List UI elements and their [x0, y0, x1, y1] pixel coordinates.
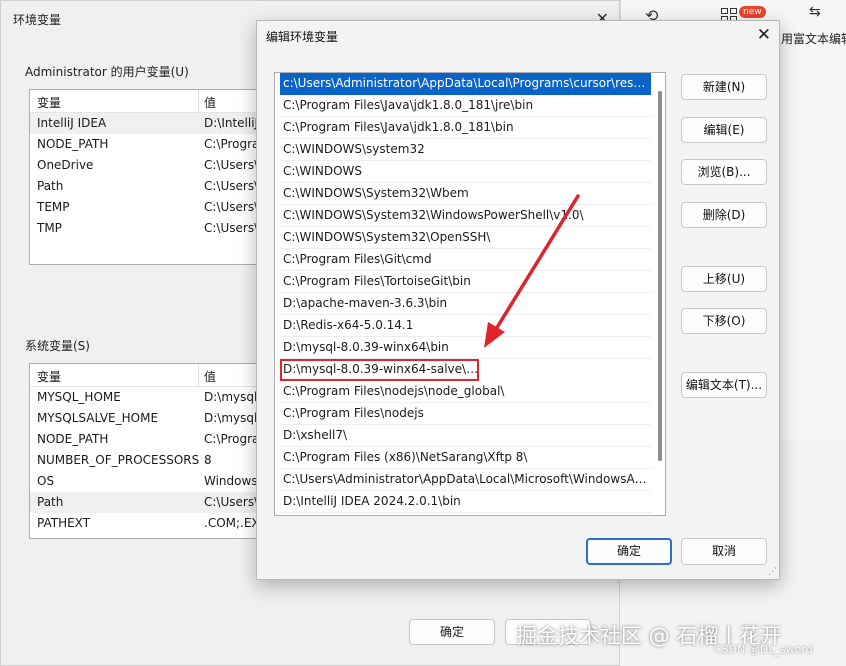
system-vars-rows: MYSQL_HOME D:\mysql MYSQLSALVE_HOME D:\mysq… [30, 387, 260, 534]
table-row[interactable]: NODE_PATH C:\Progra [30, 429, 260, 450]
path-item[interactable]: D:\xshell7\ [280, 425, 651, 447]
column-header-name[interactable]: 变量 [37, 368, 61, 385]
user-vars-table[interactable]: 变量 值 IntelliJ IDEA D:\IntelliJ NODE_PATH C:… [29, 89, 261, 265]
path-item[interactable]: D:\IntelliJ IDEA 2024.2.0.1\bin [280, 491, 651, 513]
resize-grip-icon[interactable]: ⋰ [768, 567, 777, 577]
close-icon[interactable]: ✕ [757, 25, 771, 45]
path-item[interactable]: D:\mysql-8.0.39-winx64-salve\bin [280, 359, 479, 381]
path-item[interactable]: C:\Users\Administrator\AppData\Roaming\n… [280, 513, 651, 515]
user-vars-rows: IntelliJ IDEA D:\IntelliJ NODE_PATH C:\Prog… [30, 113, 260, 239]
path-item[interactable]: C:\Program Files (x86)\NetSarang\Xftp 8\ [280, 447, 651, 469]
table-row[interactable]: MYSQLSALVE_HOME D:\mysql [30, 408, 260, 429]
new-button[interactable]: 新建(N) [681, 74, 767, 100]
column-header-value[interactable]: 值 [204, 368, 216, 385]
system-vars-table[interactable]: 变量 值 MYSQL_HOME D:\mysql MYSQLSALVE_HOME D:… [29, 363, 261, 539]
path-item[interactable]: D:\Redis-x64-5.0.14.1 [280, 315, 651, 337]
column-header-name[interactable]: 变量 [37, 94, 61, 111]
move-down-button[interactable]: 下移(O) [681, 308, 767, 334]
var-name: PATHEXT [37, 516, 91, 530]
path-item[interactable]: C:\WINDOWS\System32\OpenSSH\ [280, 227, 651, 249]
system-vars-group-label: 系统变量(S) [25, 339, 90, 353]
var-name: MYSQL_HOME [37, 390, 121, 404]
path-item[interactable]: C:\WINDOWS\System32\WindowsPowerShell\v1… [280, 205, 651, 227]
table-row[interactable]: Path C:\Users\ [30, 176, 260, 197]
path-item[interactable]: C:\WINDOWS\System32\Wbem [280, 183, 651, 205]
var-value: C:\Users\ [204, 200, 259, 214]
var-value: 8 [204, 453, 212, 467]
env-window-title: 环境变量 [13, 13, 62, 27]
table-row[interactable]: NUMBER_OF_PROCESSORS 8 [30, 450, 260, 471]
table-row[interactable]: NODE_PATH C:\Progra [30, 134, 260, 155]
browse-button[interactable]: 浏览(B)... [681, 159, 767, 185]
var-name: Path [37, 179, 64, 193]
column-header-value[interactable]: 值 [204, 94, 216, 111]
path-item[interactable]: C:\Program Files\Java\jdk1.8.0_181\bin [280, 117, 651, 139]
var-value: D:\mysql [204, 390, 258, 404]
column-divider[interactable] [198, 90, 199, 112]
cancel-button[interactable]: 取消 [681, 538, 767, 565]
path-item[interactable]: D:\mysql-8.0.39-winx64\bin [280, 337, 651, 359]
path-item[interactable]: C:\Program Files\nodejs [280, 403, 651, 425]
path-list[interactable]: c:\Users\Administrator\AppData\Local\Pro… [274, 72, 666, 516]
var-name: Path [37, 495, 64, 509]
richtext-icon[interactable]: ⇆ [809, 4, 821, 20]
path-items: c:\Users\Administrator\AppData\Local\Pro… [275, 73, 665, 515]
path-item[interactable]: C:\WINDOWS\system32 [280, 139, 651, 161]
var-name: TEMP [37, 200, 70, 214]
delete-button[interactable]: 删除(D) [681, 202, 767, 228]
path-item[interactable]: C:\Program Files\Git\cmd [280, 249, 651, 271]
table-row[interactable]: TMP C:\Users\ [30, 218, 260, 239]
var-name: OS [37, 474, 55, 488]
var-value: Windows [204, 474, 258, 488]
path-item[interactable]: D:\apache-maven-3.6.3\bin [280, 293, 651, 315]
dialog-title: 编辑环境变量 [266, 30, 339, 44]
var-value: C:\Users\ [204, 158, 259, 172]
table-row[interactable]: OneDrive C:\Users\ [30, 155, 260, 176]
var-name: NODE_PATH [37, 137, 109, 151]
var-name: MYSQLSALVE_HOME [37, 411, 159, 425]
table-row[interactable]: PATHEXT .COM;.EX [30, 513, 260, 534]
var-name: NUMBER_OF_PROCESSORS [37, 453, 200, 467]
var-value: C:\Users\ [204, 221, 259, 235]
var-name: IntelliJ IDEA [37, 116, 107, 130]
table-header: 变量 值 [30, 364, 260, 387]
var-value: C:\Progra [204, 432, 260, 446]
var-name: OneDrive [37, 158, 94, 172]
table-row[interactable]: MYSQL_HOME D:\mysql [30, 387, 260, 408]
table-row[interactable]: Path C:\Users\ [30, 492, 260, 513]
var-value: D:\mysql [204, 411, 258, 425]
path-scrollbar[interactable] [658, 77, 662, 507]
table-row[interactable]: IntelliJ IDEA D:\IntelliJ [30, 113, 260, 134]
var-value: C:\Users\ [204, 495, 259, 509]
var-value: C:\Progra [204, 137, 260, 151]
move-up-button[interactable]: 上移(U) [681, 266, 767, 292]
path-item[interactable]: C:\Users\Administrator\AppData\Local\Mic… [280, 469, 651, 491]
path-item[interactable]: C:\Program Files\TortoiseGit\bin [280, 271, 651, 293]
edit-button[interactable]: 编辑(E) [681, 117, 767, 143]
new-badge: new [739, 6, 766, 18]
var-value: C:\Users\ [204, 179, 259, 193]
path-item[interactable]: C:\WINDOWS [280, 161, 651, 183]
table-row[interactable]: OS Windows [30, 471, 260, 492]
table-header: 变量 值 [30, 90, 260, 113]
path-item[interactable]: C:\Program Files\Java\jdk1.8.0_181\jre\b… [280, 95, 651, 117]
var-value: .COM;.EX [204, 516, 260, 530]
var-value: D:\IntelliJ [204, 116, 259, 130]
var-name: TMP [37, 221, 62, 235]
watermark-sub: CSDN @DL_sword [714, 643, 813, 656]
scrollbar-thumb[interactable] [658, 91, 662, 461]
env-ok-button[interactable]: 确定 [409, 619, 495, 645]
table-row[interactable]: TEMP C:\Users\ [30, 197, 260, 218]
user-vars-group-label: Administrator 的用户变量(U) [25, 65, 189, 79]
edit-text-button[interactable]: 编辑文本(T)... [681, 372, 767, 398]
richtext-label[interactable]: 用富文本编辑 [781, 30, 846, 47]
edit-env-dialog: 编辑环境变量 ✕ c:\Users\Administrator\AppData\… [256, 20, 780, 580]
path-item[interactable]: C:\Program Files\nodejs\node_global\ [280, 381, 651, 403]
column-divider[interactable] [198, 364, 199, 386]
path-item[interactable]: c:\Users\Administrator\AppData\Local\Pro… [280, 73, 651, 95]
ok-button[interactable]: 确定 [586, 538, 672, 565]
var-name: NODE_PATH [37, 432, 109, 446]
